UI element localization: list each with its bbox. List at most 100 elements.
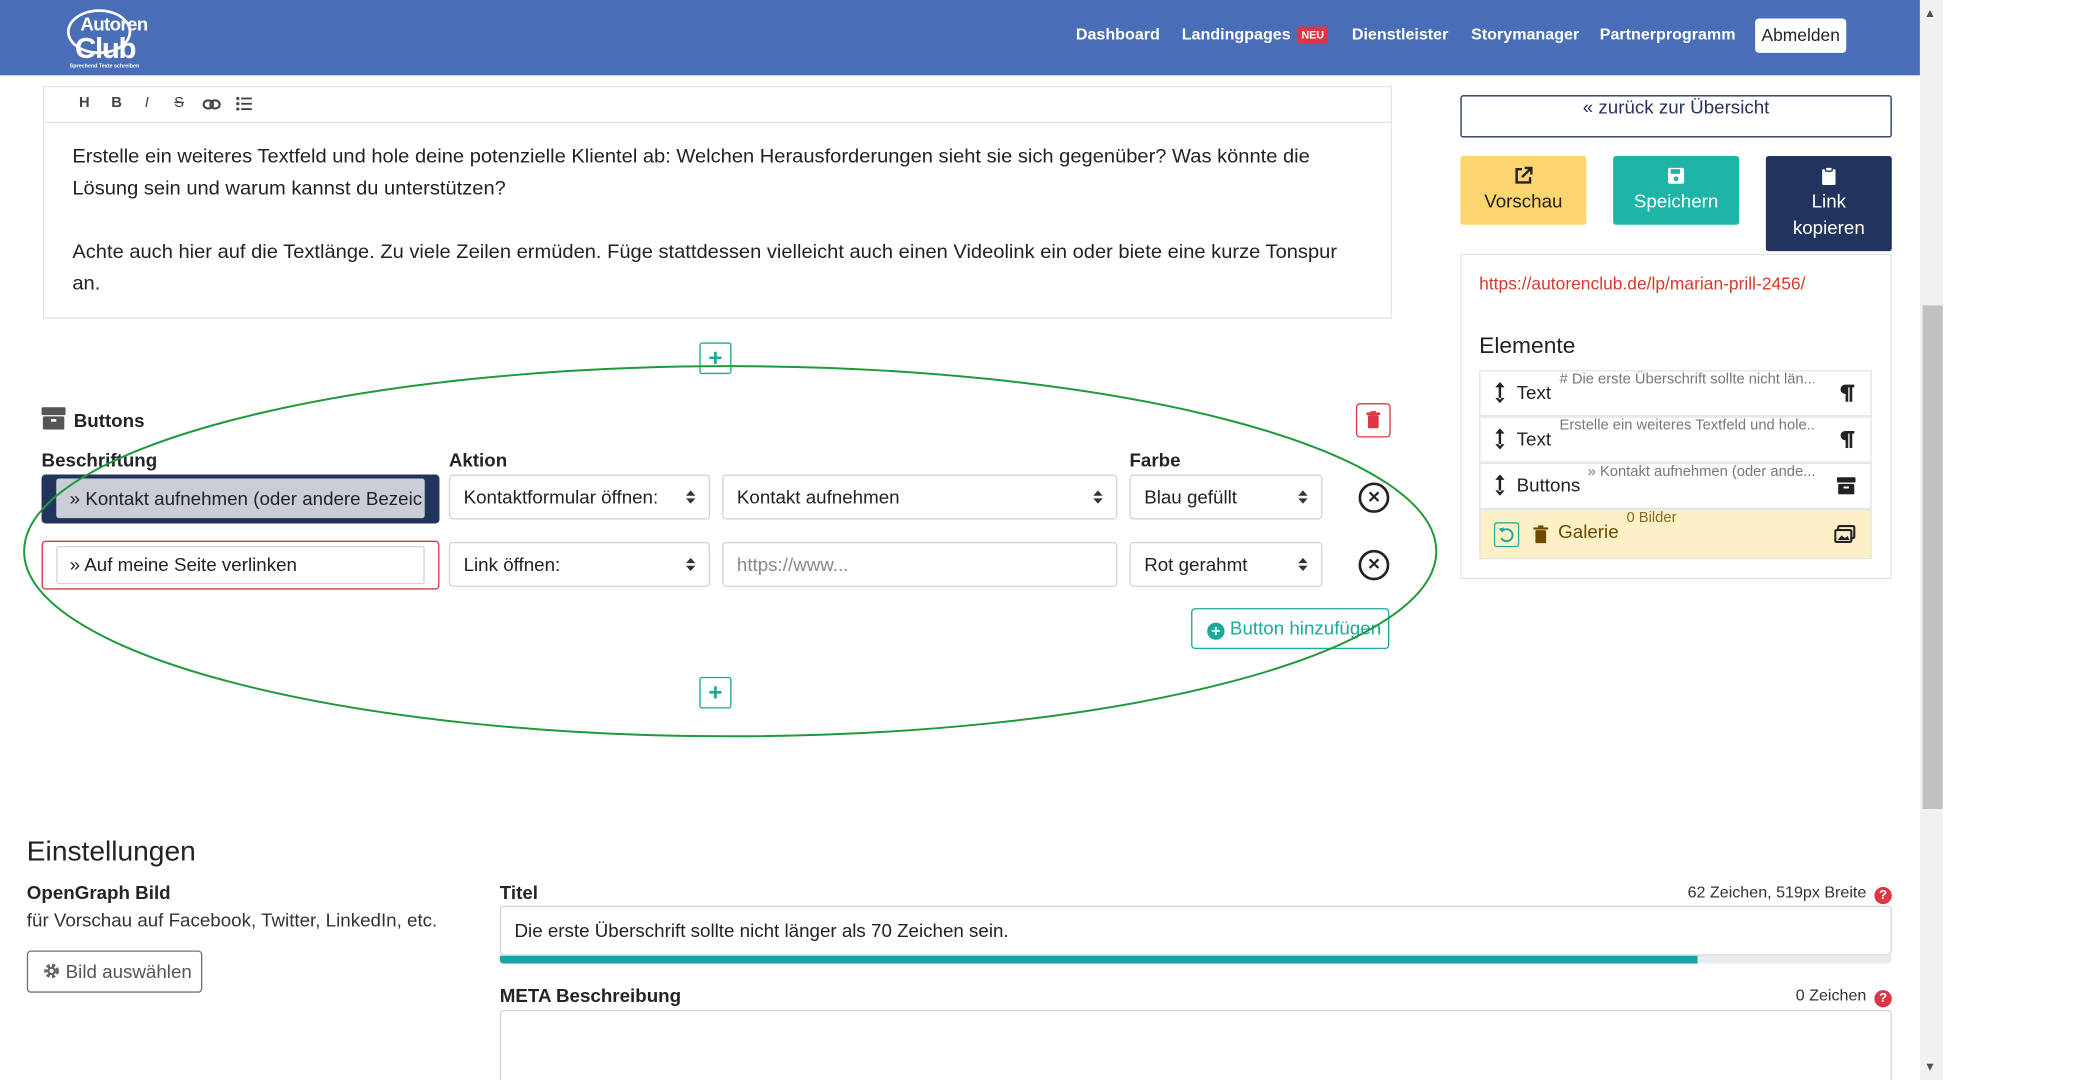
element-item-text[interactable]: Text # Die erste Überschrift sollte nich… [1479, 370, 1872, 417]
bold-button[interactable]: B [111, 95, 122, 111]
help-icon[interactable]: ? [1874, 886, 1892, 905]
scroll-down-arrow-icon[interactable]: ▼ [1924, 1060, 1936, 1073]
archive-box-icon [1836, 477, 1856, 495]
italic-button[interactable]: I [145, 95, 149, 111]
title-length-progress [499, 955, 1892, 964]
preview-button[interactable]: Vorschau [1460, 155, 1587, 225]
action-select-value: Link öffnen: [463, 553, 561, 576]
undo-icon[interactable] [1493, 522, 1520, 548]
title-label: Titel [499, 881, 538, 903]
element-item-buttons[interactable]: Buttons » Kontakt aufnehmen (oder ande..… [1479, 462, 1872, 509]
color-select-value: Rot gerahmt [1144, 553, 1248, 576]
scrollbar-thumb[interactable] [1922, 305, 1943, 810]
text-editor: H B I S Erstelle ein weiteres Textfeld u… [42, 85, 1393, 319]
delete-block-button[interactable] [1355, 403, 1391, 438]
paragraph-icon [1840, 430, 1855, 449]
select-arrows-icon [1093, 490, 1103, 504]
element-item-galerie[interactable]: Galerie 0 Bilder [1479, 508, 1872, 560]
preview-label: Vorschau [1484, 190, 1563, 212]
action-column-header: Aktion [448, 449, 508, 471]
meta-description-textarea[interactable] [499, 1009, 1892, 1080]
add-button-button[interactable]: + Button hinzufügen [1191, 608, 1390, 650]
select-arrows-icon [685, 557, 696, 572]
title-meta-text: 62 Zeichen, 519px Breite [1687, 883, 1867, 902]
back-to-overview-button[interactable]: « zurück zur Übersicht [1460, 95, 1892, 138]
external-link-icon [1515, 166, 1533, 184]
nav-partnerprogramm[interactable]: Partnerprogramm [1600, 25, 1736, 44]
select-arrows-icon [1298, 557, 1308, 572]
action-select-2[interactable]: Link öffnen: [448, 541, 711, 587]
nav-landingpages[interactable]: Landingpages NEU [1182, 25, 1329, 44]
caption-column-header: Beschriftung [41, 449, 158, 471]
element-preview: Erstelle ein weiteres Textfeld und hole.… [1559, 417, 1815, 434]
save-button[interactable]: Speichern [1613, 155, 1740, 225]
action-select-value: Kontaktformular öffnen: [463, 486, 659, 508]
editor-paragraph: Erstelle ein weiteres Textfeld und hole … [72, 145, 1310, 200]
select-arrows-icon [1298, 490, 1308, 504]
url-input-2[interactable]: https://www... [722, 541, 1118, 587]
meta-char-count: 0 Zeichen? [1795, 986, 1892, 1008]
remove-button-1[interactable]: ✕ [1358, 482, 1390, 513]
color-select-1[interactable]: Blau gefüllt [1129, 474, 1323, 520]
gear-icon [44, 963, 59, 979]
help-icon[interactable]: ? [1874, 990, 1892, 1008]
top-navbar: Autoren Club Sprechend Texte schreiben D… [0, 0, 1920, 76]
nav-dashboard[interactable]: Dashboard [1076, 25, 1160, 44]
color-select-2[interactable]: Rot gerahmt [1129, 541, 1323, 587]
link-icon[interactable] [202, 98, 221, 111]
trash-icon[interactable] [1533, 525, 1549, 544]
editor-toolbar: H B I S [44, 87, 1391, 123]
save-label: Speichern [1633, 190, 1719, 212]
color-select-value: Blau gefüllt [1144, 486, 1238, 508]
landingpage-url-link[interactable]: https://autorenclub.de/lp/marian-prill-2… [1479, 274, 1805, 294]
title-input[interactable]: Die erste Überschrift sollte nicht länge… [499, 905, 1892, 956]
element-item-text[interactable]: Text Erstelle ein weiteres Textfeld und … [1479, 416, 1872, 463]
caption-input-1[interactable]: » Kontakt aufnehmen (oder andere Bezeic [56, 478, 425, 519]
strikethrough-button[interactable]: S [174, 95, 184, 111]
select-image-label: Bild auswählen [65, 961, 192, 983]
meta-count-text: 0 Zeichen [1795, 986, 1867, 1005]
editor-content[interactable]: Erstelle ein weiteres Textfeld und hole … [72, 141, 1358, 331]
copy-label-line1: Link [1811, 190, 1847, 212]
element-name: Text [1516, 428, 1552, 450]
element-name: Buttons [1516, 474, 1581, 496]
color-column-header: Farbe [1129, 449, 1181, 471]
url-placeholder: https://www... [736, 553, 849, 576]
nav-storymanager[interactable]: Storymanager [1471, 25, 1579, 44]
element-preview: 0 Bilder [1626, 510, 1677, 527]
archive-box-icon [41, 407, 66, 430]
select-arrows-icon [685, 490, 696, 504]
og-image-description: für Vorschau auf Facebook, Twitter, Link… [26, 909, 438, 931]
heading-button[interactable]: H [79, 95, 90, 111]
scroll-up-arrow-icon[interactable]: ▲ [1924, 7, 1936, 20]
add-element-button[interactable]: + [699, 676, 732, 709]
elements-title: Elemente [1479, 333, 1576, 359]
new-badge: NEU [1297, 26, 1329, 44]
move-vertical-icon [1495, 382, 1505, 404]
autorenclub-logo[interactable]: Autoren Club Sprechend Texte schreiben [62, 7, 148, 70]
remove-button-2[interactable]: ✕ [1358, 549, 1390, 581]
logo-tagline: Sprechend Texte schreiben [69, 62, 140, 69]
add-element-button[interactable]: + [699, 342, 732, 375]
action-select-1[interactable]: Kontaktformular öffnen: [448, 474, 711, 520]
add-button-label: Button hinzufügen [1229, 617, 1382, 639]
element-name: Text [1516, 382, 1552, 404]
paragraph-icon [1840, 384, 1855, 402]
copy-link-button[interactable]: Link kopieren [1765, 155, 1892, 252]
settings-title: Einstellungen [26, 836, 196, 868]
og-image-title: OpenGraph Bild [26, 881, 171, 903]
copy-label-line2: kopieren [1792, 216, 1865, 238]
logo-line2: Club [75, 31, 136, 65]
element-preview: » Kontakt aufnehmen (oder ande... [1587, 463, 1816, 480]
select-image-button[interactable]: Bild auswählen [26, 950, 203, 993]
images-icon [1834, 525, 1856, 544]
element-preview: # Die erste Überschrift sollte nicht län… [1559, 371, 1815, 388]
caption-input-2[interactable]: » Auf meine Seite verlinken [56, 545, 425, 585]
list-icon[interactable] [236, 96, 252, 111]
logout-button[interactable]: Abmelden [1755, 18, 1847, 53]
save-icon [1668, 167, 1685, 184]
block-title: Buttons [73, 409, 145, 431]
nav-dienstleister[interactable]: Dienstleister [1352, 25, 1449, 44]
meta-description-label: META Beschreibung [499, 984, 682, 1006]
target-select-1[interactable]: Kontakt aufnehmen [722, 474, 1118, 520]
